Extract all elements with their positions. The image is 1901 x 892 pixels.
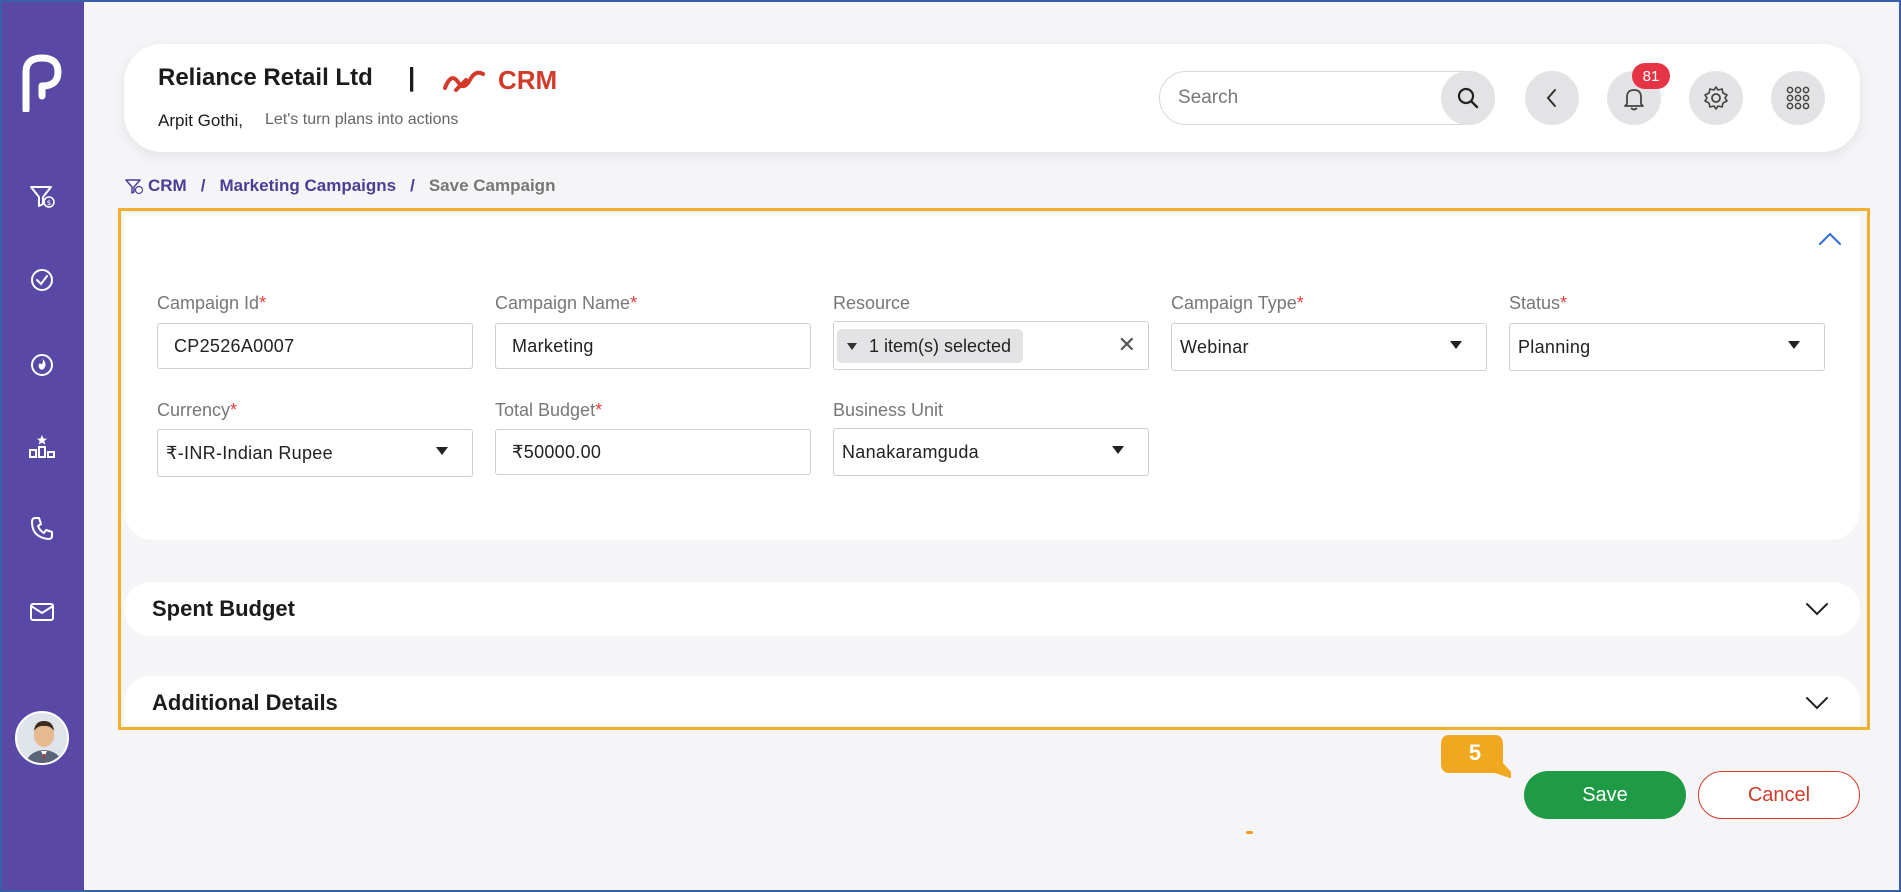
breadcrumb-separator: / xyxy=(200,176,206,195)
flame-icon[interactable] xyxy=(27,349,57,379)
chevron-up-icon[interactable] xyxy=(1816,228,1844,250)
additional-details-title: Additional Details xyxy=(152,690,338,715)
search-input[interactable] xyxy=(1178,84,1418,112)
step-number: 5 xyxy=(1468,740,1482,765)
user-avatar[interactable] xyxy=(15,711,69,765)
badge-check-icon[interactable] xyxy=(27,265,57,295)
chevron-left-icon xyxy=(1546,89,1556,107)
status-select[interactable]: Planning xyxy=(1509,323,1825,371)
apps-grid-icon xyxy=(1786,86,1810,110)
resource-multiselect[interactable]: 1 item(s) selected ✕ xyxy=(833,321,1149,370)
tagline: Let's turn plans into actions xyxy=(265,111,459,128)
campaign-id-label: Campaign Id* xyxy=(157,293,267,313)
campaign-id-field[interactable]: CP2526A0007 xyxy=(157,323,473,369)
chevron-down-icon[interactable] xyxy=(1804,691,1830,713)
cursor-mark xyxy=(1246,831,1253,834)
cancel-button[interactable]: Cancel xyxy=(1698,771,1860,819)
currency-label: Currency* xyxy=(157,400,238,420)
company-name: Reliance Retail Ltd xyxy=(158,64,373,91)
funnel-icon xyxy=(125,179,144,195)
spent-budget-title: Spent Budget xyxy=(152,596,295,621)
phone-icon[interactable] xyxy=(27,513,57,543)
title-separator: | xyxy=(408,62,416,92)
breadcrumb-current: Save Campaign xyxy=(428,176,556,195)
gear-icon xyxy=(1704,86,1728,110)
campaign-type-select[interactable]: Webinar xyxy=(1171,323,1487,371)
funnel-dollar-icon[interactable]: $ xyxy=(27,181,57,211)
caret-down-icon xyxy=(1450,341,1462,349)
save-button[interactable]: Save xyxy=(1524,771,1686,819)
chevron-down-icon[interactable] xyxy=(1804,597,1830,619)
notification-count-badge: 81 xyxy=(1632,63,1670,89)
business-unit-select[interactable]: Nanakaramguda xyxy=(833,428,1149,476)
total-budget-label: Total Budget* xyxy=(495,400,603,420)
caret-down-icon xyxy=(436,447,448,455)
caret-down-icon xyxy=(1112,446,1124,454)
resource-label: Resource xyxy=(833,293,911,313)
breadcrumb-marketing-campaigns[interactable]: Marketing Campaigns xyxy=(219,176,396,196)
top-header: Reliance Retail Ltd | CRM Arpit Gothi, L… xyxy=(124,44,1860,152)
back-button[interactable] xyxy=(1525,71,1579,125)
breadcrumb-separator: / xyxy=(410,176,415,195)
spent-budget-section[interactable]: Spent Budget xyxy=(124,582,1860,636)
caret-down-icon xyxy=(847,342,857,350)
caret-down-icon xyxy=(1788,341,1800,349)
status-label: Status* xyxy=(1509,293,1568,313)
crm-logo-icon xyxy=(443,70,485,92)
currency-select[interactable]: ₹-INR-Indian Rupee xyxy=(157,429,473,477)
business-unit-label: Business Unit xyxy=(833,400,944,420)
resource-selected-chip[interactable]: 1 item(s) selected xyxy=(837,329,1024,363)
sidebar: $ xyxy=(0,0,84,892)
leaderboard-icon[interactable] xyxy=(27,431,57,461)
breadcrumb: CRM / Marketing Campaigns / Save Campaig… xyxy=(124,175,555,197)
additional-details-section[interactable]: Additional Details xyxy=(124,676,1860,726)
user-name: Arpit Gothi, xyxy=(158,111,244,130)
settings-button[interactable] xyxy=(1689,71,1743,125)
svg-text:$: $ xyxy=(47,199,51,207)
total-budget-field[interactable]: ₹50000.00 xyxy=(495,429,811,475)
search-icon xyxy=(1457,87,1479,109)
clear-icon[interactable]: ✕ xyxy=(1118,332,1136,358)
module-name: CRM xyxy=(498,65,558,95)
search-button[interactable] xyxy=(1441,71,1495,125)
campaign-name-field[interactable]: Marketing xyxy=(495,323,811,369)
campaign-type-label: Campaign Type* xyxy=(1171,293,1304,313)
apps-button[interactable] xyxy=(1771,71,1825,125)
breadcrumb-crm[interactable]: CRM xyxy=(148,176,187,196)
app-logo[interactable] xyxy=(20,52,64,112)
mail-icon[interactable] xyxy=(27,597,57,627)
campaign-name-label: Campaign Name* xyxy=(495,293,638,313)
